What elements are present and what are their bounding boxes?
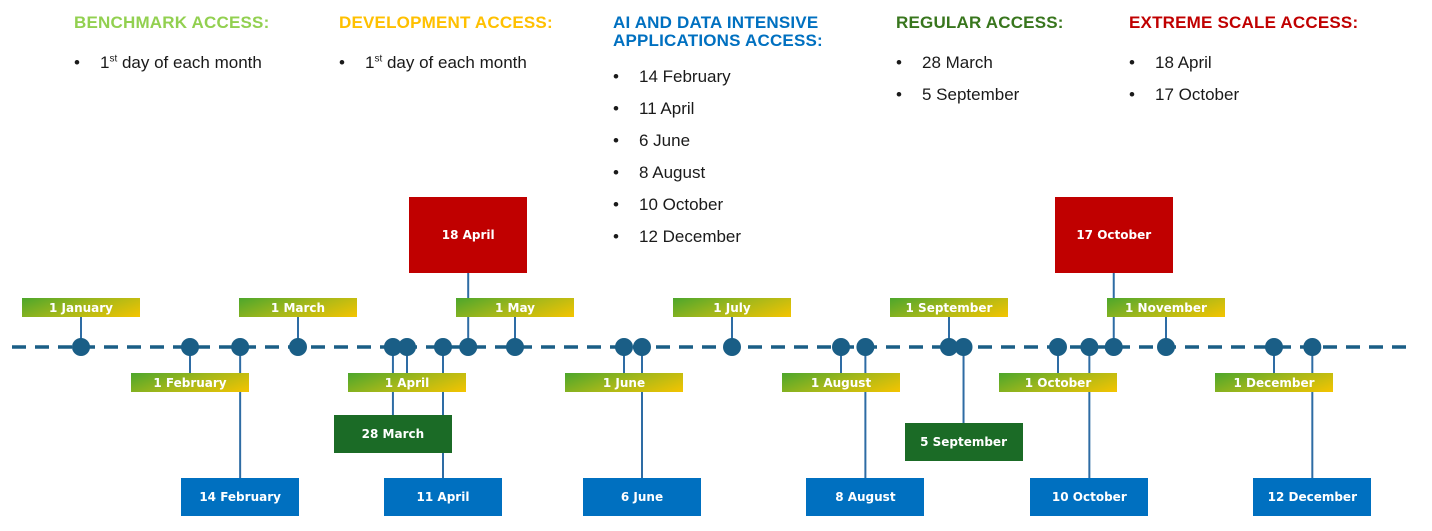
event-box-ai: 14 February [181, 478, 300, 516]
timeline-dot [289, 338, 307, 356]
event-box-month: 1 November [1107, 298, 1225, 317]
timeline-dot [615, 338, 633, 356]
timeline-dot [434, 338, 452, 356]
event-box-ai: 8 August [806, 478, 925, 516]
timeline-dot [954, 338, 973, 356]
timeline-dot [1104, 338, 1123, 356]
event-box-extreme: 18 April [409, 197, 528, 273]
timeline-dot [1303, 338, 1322, 356]
timeline-dot [1265, 338, 1283, 356]
event-box-month: 1 June [565, 373, 683, 392]
timeline-dot [1049, 338, 1067, 356]
timeline-dot [231, 338, 250, 356]
event-box-month: 1 April [348, 373, 466, 392]
timeline [12, 273, 1410, 478]
timeline-dot [1157, 338, 1175, 356]
event-box-regular: 28 March [333, 415, 452, 453]
timeline-dot [459, 338, 478, 356]
event-box-month: 1 August [782, 373, 900, 392]
timeline-dot [1080, 338, 1099, 356]
event-box-month: 1 March [239, 298, 357, 317]
event-box-ai: 6 June [583, 478, 701, 516]
timeline-dot [506, 338, 524, 356]
timeline-dot [633, 338, 651, 356]
event-box-month: 1 July [673, 298, 791, 317]
event-box-month: 1 September [890, 298, 1008, 317]
timeline-dot [398, 338, 416, 356]
timeline-dot [181, 338, 199, 356]
timeline-dot [832, 338, 850, 356]
event-box-month: 1 December [1215, 373, 1333, 392]
event-box-regular: 5 September [904, 423, 1023, 461]
event-box-ai: 12 December [1253, 478, 1372, 516]
event-box-extreme: 17 October [1054, 197, 1173, 273]
timeline-dot [72, 338, 90, 356]
event-box-ai: 10 October [1030, 478, 1149, 516]
timeline-dot [856, 338, 875, 356]
event-box-month: 1 May [456, 298, 574, 317]
timeline-dot [723, 338, 741, 356]
event-box-month: 1 October [999, 373, 1117, 392]
event-box-month: 1 February [131, 373, 249, 392]
event-box-ai: 11 April [384, 478, 502, 516]
event-box-month: 1 January [22, 298, 140, 317]
